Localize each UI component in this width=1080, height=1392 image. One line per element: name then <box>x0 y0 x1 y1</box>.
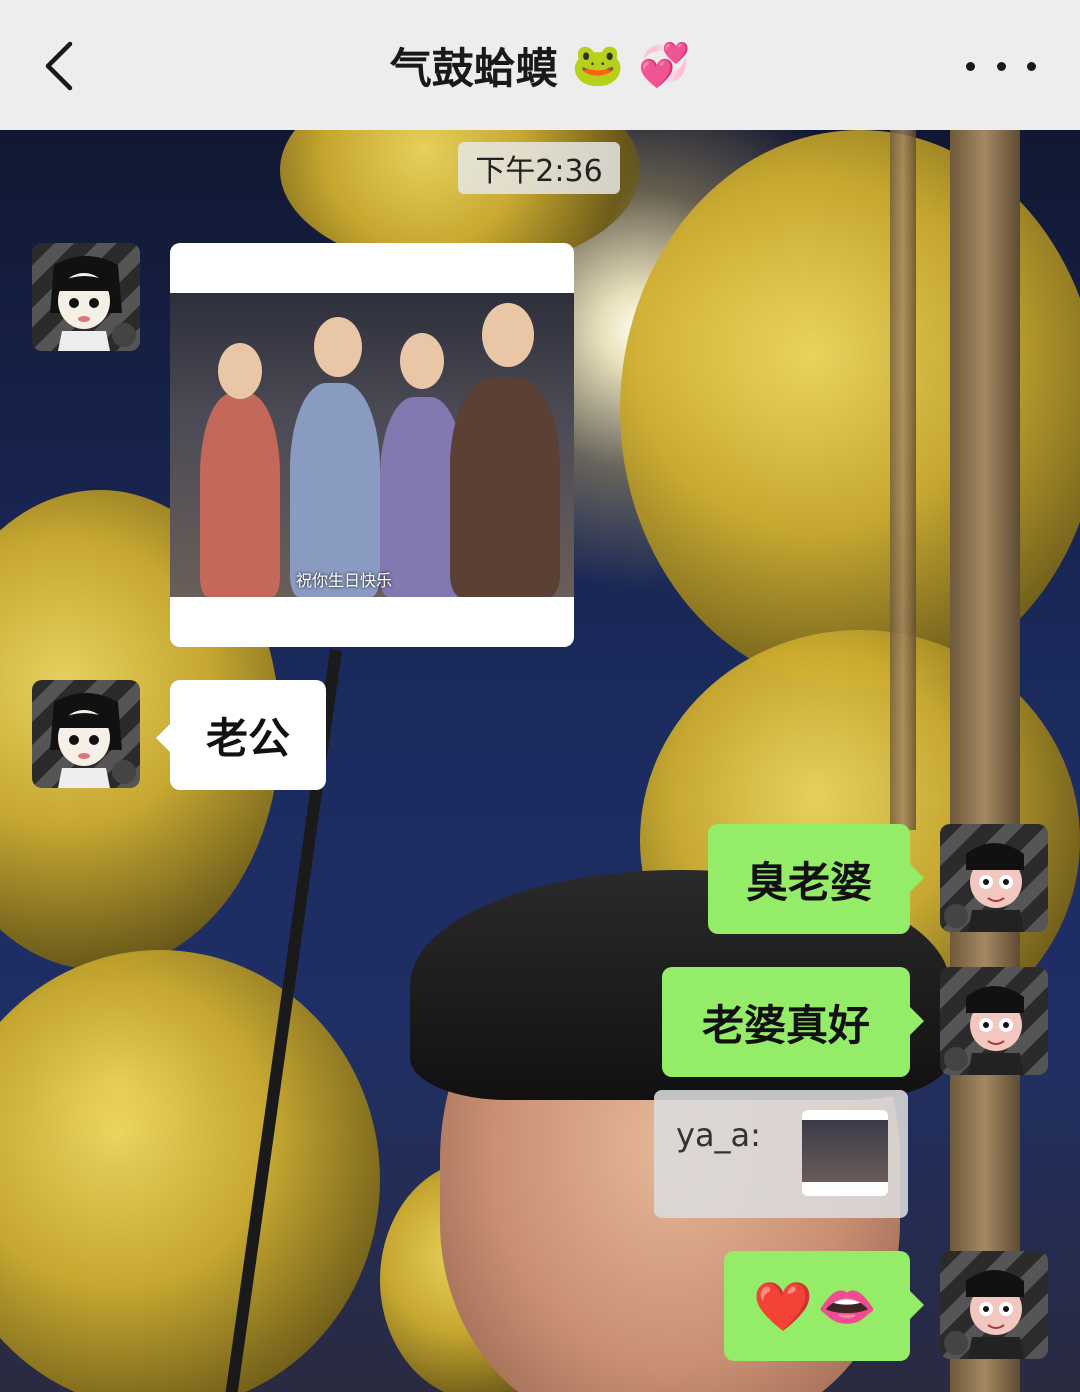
foliage <box>0 950 380 1392</box>
chat-header: 气鼓蛤蟆 🐸 💞 <box>0 0 1080 130</box>
image-message[interactable]: 祝你生日快乐 <box>170 243 574 647</box>
message-bubble[interactable]: 老婆真好 <box>662 967 924 1077</box>
boy-cartoon-icon <box>944 1270 1024 1359</box>
girl-cartoon-icon <box>50 693 136 788</box>
emoji-message-bubble[interactable]: ❤️👄 <box>724 1251 924 1361</box>
quoted-image-thumbnail <box>802 1110 888 1196</box>
boy-cartoon-icon <box>944 986 1024 1075</box>
contact-avatar[interactable] <box>32 680 140 788</box>
image-caption: 祝你生日快乐 <box>296 571 393 590</box>
girl-cartoon-icon <box>50 256 136 351</box>
more-options-button[interactable] <box>966 48 1036 84</box>
chat-title: 气鼓蛤蟆 🐸 💞 <box>390 35 691 96</box>
message-bubble[interactable]: 臭老婆 <box>708 824 924 934</box>
my-avatar[interactable] <box>940 824 1048 932</box>
boy-cartoon-icon <box>944 843 1024 932</box>
quoted-sender: ya_a: <box>676 1116 761 1154</box>
more-dots-icon <box>966 61 975 71</box>
tree-trunk <box>890 130 916 830</box>
my-avatar[interactable] <box>940 967 1048 1075</box>
contact-avatar[interactable] <box>32 243 140 351</box>
birthday-photo: 祝你生日快乐 <box>170 293 574 597</box>
quoted-message[interactable]: ya_a: <box>654 1090 908 1218</box>
hearts-emoji: 💞 <box>638 40 691 89</box>
chat-title-text: 气鼓蛤蟆 <box>389 43 558 93</box>
tree-trunk <box>950 130 1020 1392</box>
message-bubble[interactable]: 老公 <box>156 680 326 790</box>
chevron-left-icon <box>45 41 73 91</box>
my-avatar[interactable] <box>940 1251 1048 1359</box>
frog-emoji: 🐸 <box>571 40 624 89</box>
back-button[interactable] <box>30 36 90 96</box>
message-timestamp: 下午2:36 <box>458 142 620 194</box>
